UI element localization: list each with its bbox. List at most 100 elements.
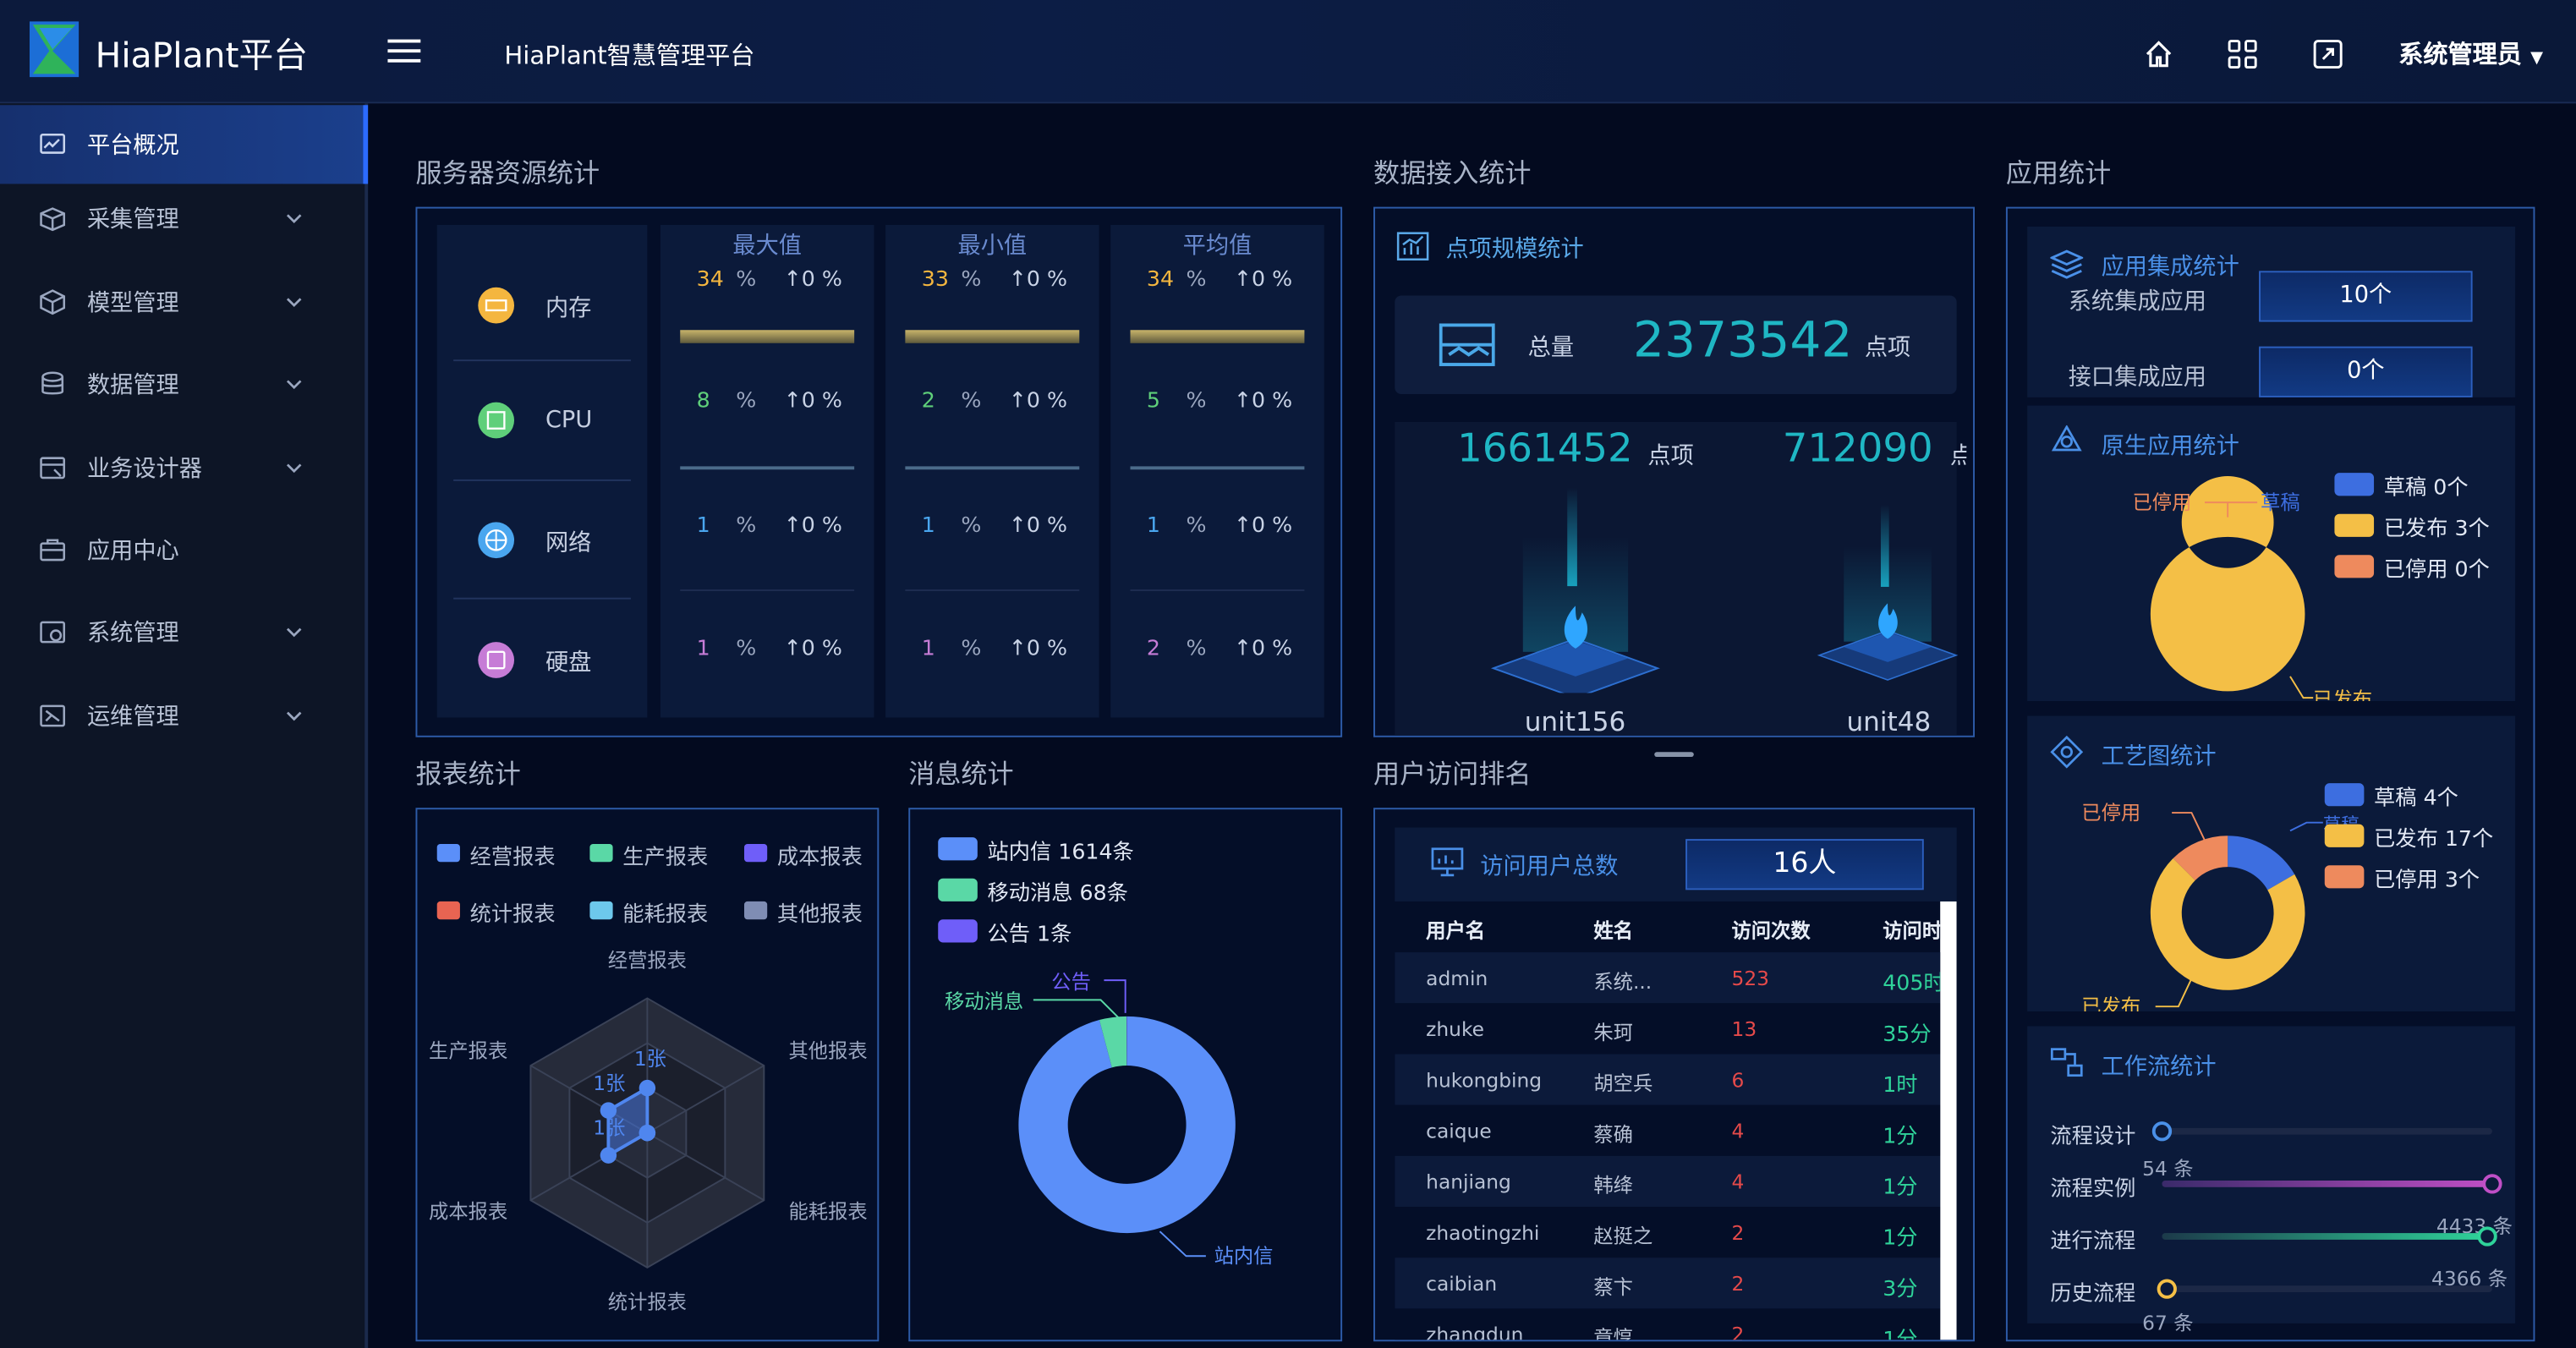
legend-label: 已停用 3个 xyxy=(2374,869,2480,894)
flame-platform-icon xyxy=(1817,504,1959,681)
callout-label: 已停用 xyxy=(2081,802,2140,825)
cell-duration: 3分 xyxy=(1883,1277,1918,1302)
carousel-indicator[interactable] xyxy=(1654,752,1694,758)
chevron-down-icon xyxy=(286,298,302,308)
cell-duration: 1时 xyxy=(1883,1073,1918,1099)
callout-label: 移动消息 xyxy=(945,990,1023,1013)
level-bar xyxy=(905,330,1080,343)
table-row[interactable]: zhaotingzhi 赵挺之 2 1分 xyxy=(1395,1207,1941,1258)
cell-username: admin xyxy=(1426,967,1488,990)
cell-name: 蔡卞 xyxy=(1593,1275,1633,1299)
sidebar-item-data[interactable]: 数据管理 xyxy=(0,345,368,424)
table-row[interactable]: caibian 蔡卞 2 3分 xyxy=(1395,1258,1941,1309)
radar-indicator-label: 其他报表 xyxy=(788,1039,867,1062)
legend-label: 草稿 4个 xyxy=(2374,786,2458,812)
callout-label: 已停用 xyxy=(2132,491,2191,514)
user-menu[interactable]: 系统管理员 ▼ xyxy=(2398,36,2543,71)
legend-swatch xyxy=(2334,555,2375,578)
section-title-reports: 报表统计 xyxy=(415,758,521,790)
table-row[interactable]: zhangdun 章惇 2 1分 xyxy=(1395,1308,1941,1342)
menu-toggle-icon[interactable] xyxy=(387,39,421,66)
percent-sign: % xyxy=(736,637,757,662)
sidebar-item-label: 数据管理 xyxy=(86,372,179,399)
progress-knob[interactable] xyxy=(2477,1226,2497,1247)
legend-swatch xyxy=(436,901,460,920)
radar-point[interactable] xyxy=(600,1147,617,1164)
server-rack-icon xyxy=(1439,323,1495,366)
callout-label: 已发布 xyxy=(2313,688,2372,701)
monitor-icon xyxy=(1431,847,1464,877)
sidebar-item-label: 应用中心 xyxy=(86,538,179,565)
layers-icon xyxy=(2050,249,2084,279)
legend-swatch xyxy=(589,901,613,920)
sidebar-item-label: 运维管理 xyxy=(86,704,179,731)
unit-value: 712090 xyxy=(1782,425,1933,472)
sidebar-item-designer[interactable]: 业务设计器 xyxy=(0,429,368,507)
legend-label: 已停用 0个 xyxy=(2383,558,2490,584)
cube-icon xyxy=(40,289,66,315)
table-row[interactable]: hanjiang 韩绛 4 1分 xyxy=(1395,1155,1941,1208)
workflow-count: 54 条 xyxy=(2142,1157,2194,1181)
radar-point[interactable] xyxy=(639,1079,656,1097)
progress-knob[interactable] xyxy=(2157,1279,2177,1299)
workflow-label: 进行流程 xyxy=(2050,1230,2136,1255)
cell-name: 朱珂 xyxy=(1593,1021,1633,1044)
sidebar-item-system[interactable]: 系统管理 xyxy=(0,593,368,671)
section-title-ranking: 用户访问排名 xyxy=(1373,758,1532,790)
table-row[interactable]: caique 蔡确 4 1分 xyxy=(1395,1104,1941,1156)
chevron-down-icon xyxy=(286,627,302,638)
integration-label: 接口集成应用 xyxy=(2068,364,2206,392)
workflow-label: 历史流程 xyxy=(2050,1282,2136,1307)
row-label-network: 网络 xyxy=(545,530,592,557)
integration-value: 10个 xyxy=(2259,271,2473,322)
sidebar-item-app-center[interactable]: 应用中心 xyxy=(0,511,368,589)
home-icon[interactable] xyxy=(2142,38,2175,71)
sidebar-item-ops[interactable]: 运维管理 xyxy=(0,677,368,755)
cell-count: 523 xyxy=(1731,967,1769,990)
table-row[interactable]: admin 系统... 523 405时 xyxy=(1395,952,1941,1004)
unit-unit: 点项 xyxy=(1647,443,1694,470)
radar-data-label: 1张 xyxy=(593,1072,625,1095)
trend-value: ↑0 % xyxy=(1233,267,1293,293)
table-scrollbar[interactable] xyxy=(1940,901,1957,1340)
callout-label: 公告 xyxy=(1051,971,1091,994)
legend-swatch xyxy=(938,919,978,943)
sidebar-item-collection[interactable]: 采集管理 xyxy=(0,179,368,258)
brand-name: HiaPlant平台 xyxy=(95,36,309,76)
progress-knob[interactable] xyxy=(2151,1121,2173,1142)
fullscreen-icon[interactable] xyxy=(2311,38,2344,71)
cell-count: 2 xyxy=(1731,1323,1745,1342)
progress-fill xyxy=(2162,1233,2488,1240)
card-title: 点项规模统计 xyxy=(1445,236,1584,263)
level-bar xyxy=(1130,466,1305,470)
designer-icon xyxy=(40,457,66,479)
cell-count: 2 xyxy=(1731,1221,1745,1245)
table-row[interactable]: hukongbing 胡空兵 6 1时 xyxy=(1395,1054,1941,1105)
cell-username: zhangdun xyxy=(1426,1323,1524,1342)
visitor-total: 16人 xyxy=(1685,839,1924,890)
grid-icon[interactable] xyxy=(2226,38,2259,71)
cell-duration: 1分 xyxy=(1883,1328,1918,1342)
workflow-icon xyxy=(2050,1048,2083,1077)
trend-value: ↑0 % xyxy=(1233,513,1293,539)
legend-swatch xyxy=(743,901,768,920)
sidebar-item-overview[interactable]: 平台概况 xyxy=(0,105,369,184)
briefcase-icon xyxy=(40,539,66,562)
legend-swatch xyxy=(2334,473,2375,496)
row-label-memory: 内存 xyxy=(545,295,592,322)
row-label-cpu: CPU xyxy=(545,407,593,434)
level-bar xyxy=(680,466,855,470)
unit-unit: 点 xyxy=(1950,438,1966,471)
workflow-label: 流程实例 xyxy=(2050,1177,2136,1203)
radar-point[interactable] xyxy=(639,1124,656,1142)
level-bar xyxy=(1130,330,1305,343)
table-row[interactable]: zhuke 朱珂 13 35分 xyxy=(1395,1003,1941,1055)
sidebar-item-model[interactable]: 模型管理 xyxy=(0,263,368,342)
progress-knob[interactable] xyxy=(2482,1174,2502,1194)
sidebar-item-label: 模型管理 xyxy=(86,290,179,317)
radar-indicator-label: 经营报表 xyxy=(608,950,687,973)
progress-fill xyxy=(2162,1180,2492,1187)
radar-indicator-label: 能耗报表 xyxy=(788,1201,867,1224)
unit-name: unit48 xyxy=(1846,705,1932,737)
chevron-down-icon: ▼ xyxy=(2530,49,2544,68)
